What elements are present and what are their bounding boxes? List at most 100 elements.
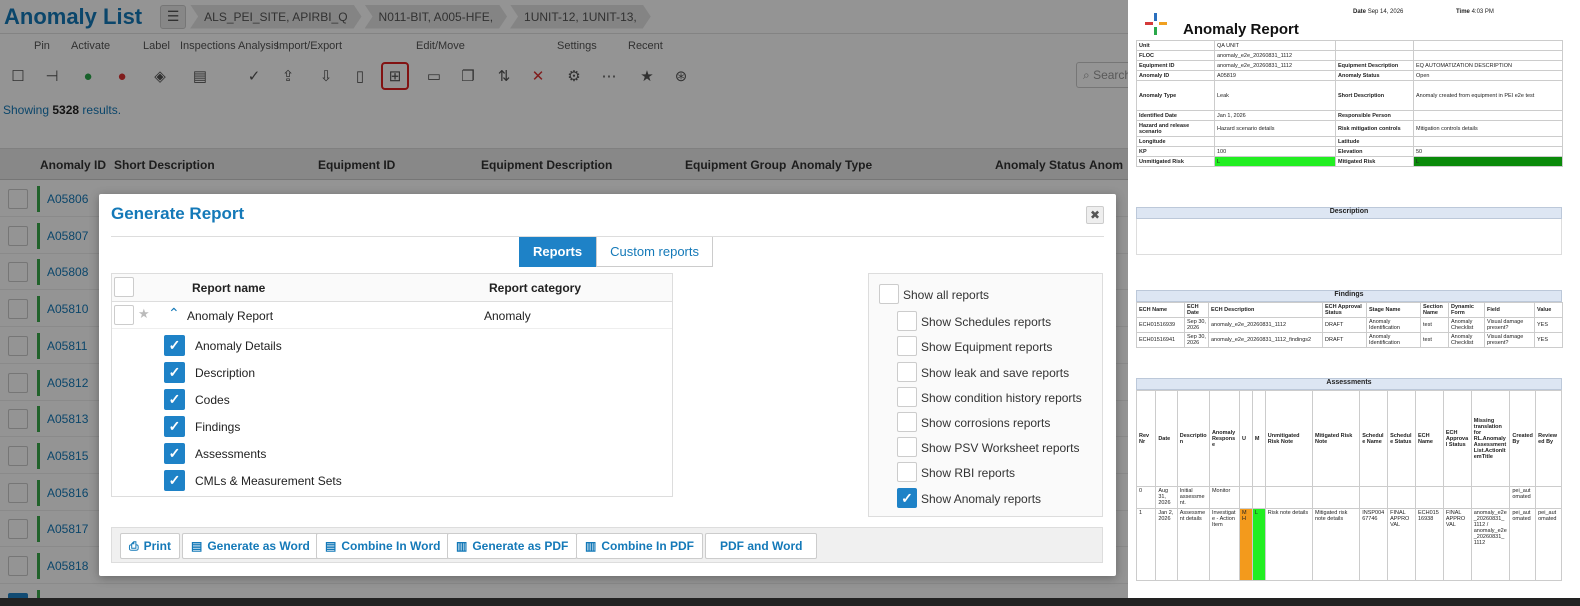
section-checkbox[interactable]: ✓	[164, 389, 185, 410]
assess-col: Missing translation for RL.AnomalyAssess…	[1470, 390, 1511, 487]
findings-cell: Sep 30, 2026	[1184, 317, 1209, 333]
detail-value: QA UNIT	[1214, 40, 1336, 51]
combine-pdf-label: Combine In PDF	[601, 539, 695, 553]
detail-row: Hazard and release scenario Hazard scenar…	[1136, 120, 1563, 137]
section-checkbox[interactable]: ✓	[164, 470, 185, 491]
detail-label: KP	[1136, 146, 1215, 157]
detail-row: KP 100 Elevation 50	[1136, 146, 1563, 157]
findings-cell: test	[1420, 332, 1449, 348]
report-row-anomaly[interactable]: ★ ⌃ Anomaly Report Anomaly	[112, 302, 672, 329]
detail-value-2: EQ AUTOMATIZATION DESCRIPTION	[1413, 60, 1563, 71]
filter-option[interactable]: ✓ Show Anomaly reports	[897, 487, 1117, 510]
detail-label-2: Elevation	[1335, 146, 1414, 157]
findings-cell: test	[1420, 317, 1449, 333]
assess-col: Description	[1176, 390, 1210, 487]
generate-word-button[interactable]: ▤ Generate as Word	[182, 533, 319, 559]
section-checkbox[interactable]: ✓	[164, 362, 185, 383]
detail-label-2: Risk mitigation controls	[1335, 120, 1414, 137]
filter-checkbox[interactable]	[897, 386, 917, 407]
assess-cell	[1470, 486, 1511, 509]
pdf-and-word-label: PDF and Word	[720, 539, 803, 553]
favorite-star-icon[interactable]: ★	[138, 306, 150, 322]
filter-checkbox[interactable]	[879, 284, 899, 304]
filter-label: Show all reports	[903, 288, 990, 302]
header-report-name: Report name	[192, 281, 266, 295]
filter-checkbox[interactable]	[897, 361, 917, 382]
section-checkbox[interactable]: ✓	[164, 416, 185, 437]
report-time: Time 4:03 PM	[1456, 9, 1494, 15]
assess-cell: M H	[1239, 508, 1253, 581]
findings-cell: DRAFT	[1322, 332, 1367, 348]
filter-checkbox[interactable]	[897, 412, 917, 432]
close-icon[interactable]: ✖	[1086, 206, 1104, 224]
dialog-title: Generate Report	[111, 204, 245, 223]
section-checkbox[interactable]: ✓	[164, 443, 185, 464]
filter-checkbox[interactable]	[897, 462, 917, 483]
findings-cell: Anomaly Identification	[1366, 332, 1421, 348]
filter-option[interactable]: Show condition history reports	[897, 386, 1117, 409]
filter-option[interactable]: Show corrosions reports	[897, 412, 1117, 434]
assess-cell	[1387, 486, 1416, 509]
detail-row: Unmitigated Risk L Mitigated Risk L	[1136, 156, 1563, 167]
assess-cell	[1442, 486, 1472, 509]
filter-option[interactable]: Show leak and save reports	[897, 361, 1117, 384]
findings-cell: DRAFT	[1322, 317, 1367, 333]
assess-cell	[1239, 486, 1253, 509]
filter-checkbox[interactable]	[897, 437, 917, 458]
filter-option[interactable]: Show RBI reports	[897, 462, 1117, 484]
detail-label-2	[1335, 50, 1414, 61]
report-category: Anomaly	[484, 309, 531, 323]
detail-label: Hazard and release scenario	[1136, 120, 1215, 137]
section-checkbox[interactable]: ✓	[164, 335, 185, 356]
filter-option[interactable]: Show Schedules reports	[897, 311, 1117, 333]
detail-row: Identified Date Jan 1, 2026 Responsible Pe…	[1136, 110, 1563, 121]
date-label: Date	[1353, 9, 1367, 15]
select-all-reports-checkbox[interactable]	[114, 277, 134, 297]
findings-col: ECH Approval Status	[1322, 302, 1367, 318]
assess-cell	[1251, 486, 1266, 509]
detail-value: Jan 1, 2026	[1214, 110, 1336, 121]
detail-value-2: 50	[1413, 146, 1563, 157]
filter-option[interactable]: Show all reports	[879, 284, 1099, 306]
generate-report-dialog: Generate Report ✖ Reports Custom reports…	[99, 194, 1116, 576]
chevron-up-icon[interactable]: ⌃	[168, 305, 180, 322]
description-body	[1136, 219, 1562, 255]
findings-col: ECH Date	[1184, 302, 1209, 318]
tab-custom-reports[interactable]: Custom reports	[596, 237, 713, 267]
combine-word-label: Combine In Word	[341, 539, 441, 553]
detail-label: Anomaly ID	[1136, 70, 1215, 81]
detail-value: anomaly_e2e_20260831_1112	[1214, 60, 1336, 71]
combine-pdf-button[interactable]: ▥ Combine In PDF	[576, 533, 704, 559]
filter-checkbox[interactable]	[897, 311, 917, 332]
tab-reports[interactable]: Reports	[519, 237, 597, 267]
detail-label: Unit	[1136, 40, 1215, 51]
findings-col: Section Name	[1420, 302, 1449, 318]
detail-value-2	[1413, 40, 1563, 51]
print-button[interactable]: ⎙ Print	[120, 533, 180, 559]
detail-row: FLOC anomaly_e2e_20260831_1112	[1136, 50, 1563, 61]
generate-pdf-button[interactable]: ▥ Generate as PDF	[447, 533, 578, 559]
print-label: Print	[143, 539, 171, 553]
assess-cell	[1414, 486, 1444, 509]
anomaly-list-app: Anomaly List ☰ ALS_PEI_SITE, APIRBI_Q N0…	[0, 0, 1128, 606]
assess-cell: INSP00467746	[1359, 508, 1389, 581]
findings-cell: ECH01516941	[1136, 332, 1185, 348]
report-date: Date Sep 14, 2026	[1353, 9, 1403, 15]
pdf-and-word-button[interactable]: PDF and Word	[705, 533, 818, 559]
assess-cell: pei_automated	[1509, 486, 1537, 509]
combine-word-button[interactable]: ▤ Combine In Word	[316, 533, 450, 559]
filter-checkbox[interactable]: ✓	[897, 487, 917, 508]
report-tabs: Reports Custom reports	[519, 237, 713, 267]
findings-cell: Visual damage present?	[1484, 332, 1535, 348]
detail-row: Anomaly ID A05819 Anomaly Status Open	[1136, 70, 1563, 81]
filter-option[interactable]: Show Equipment reports	[897, 336, 1117, 358]
report-row-checkbox[interactable]	[114, 305, 134, 325]
assess-cell: FINAL APPROVAL	[1442, 508, 1472, 581]
filter-checkbox[interactable]	[897, 336, 917, 357]
section-label: Assessments	[195, 447, 267, 461]
assess-cell: Aug 31, 2026	[1155, 486, 1178, 509]
assess-cell: Assessment details	[1176, 508, 1210, 581]
filter-option[interactable]: Show PSV Worksheet reports	[897, 437, 1117, 459]
generate-pdf-label: Generate as PDF	[472, 539, 569, 553]
filter-label: Show leak and save reports	[921, 365, 1070, 380]
